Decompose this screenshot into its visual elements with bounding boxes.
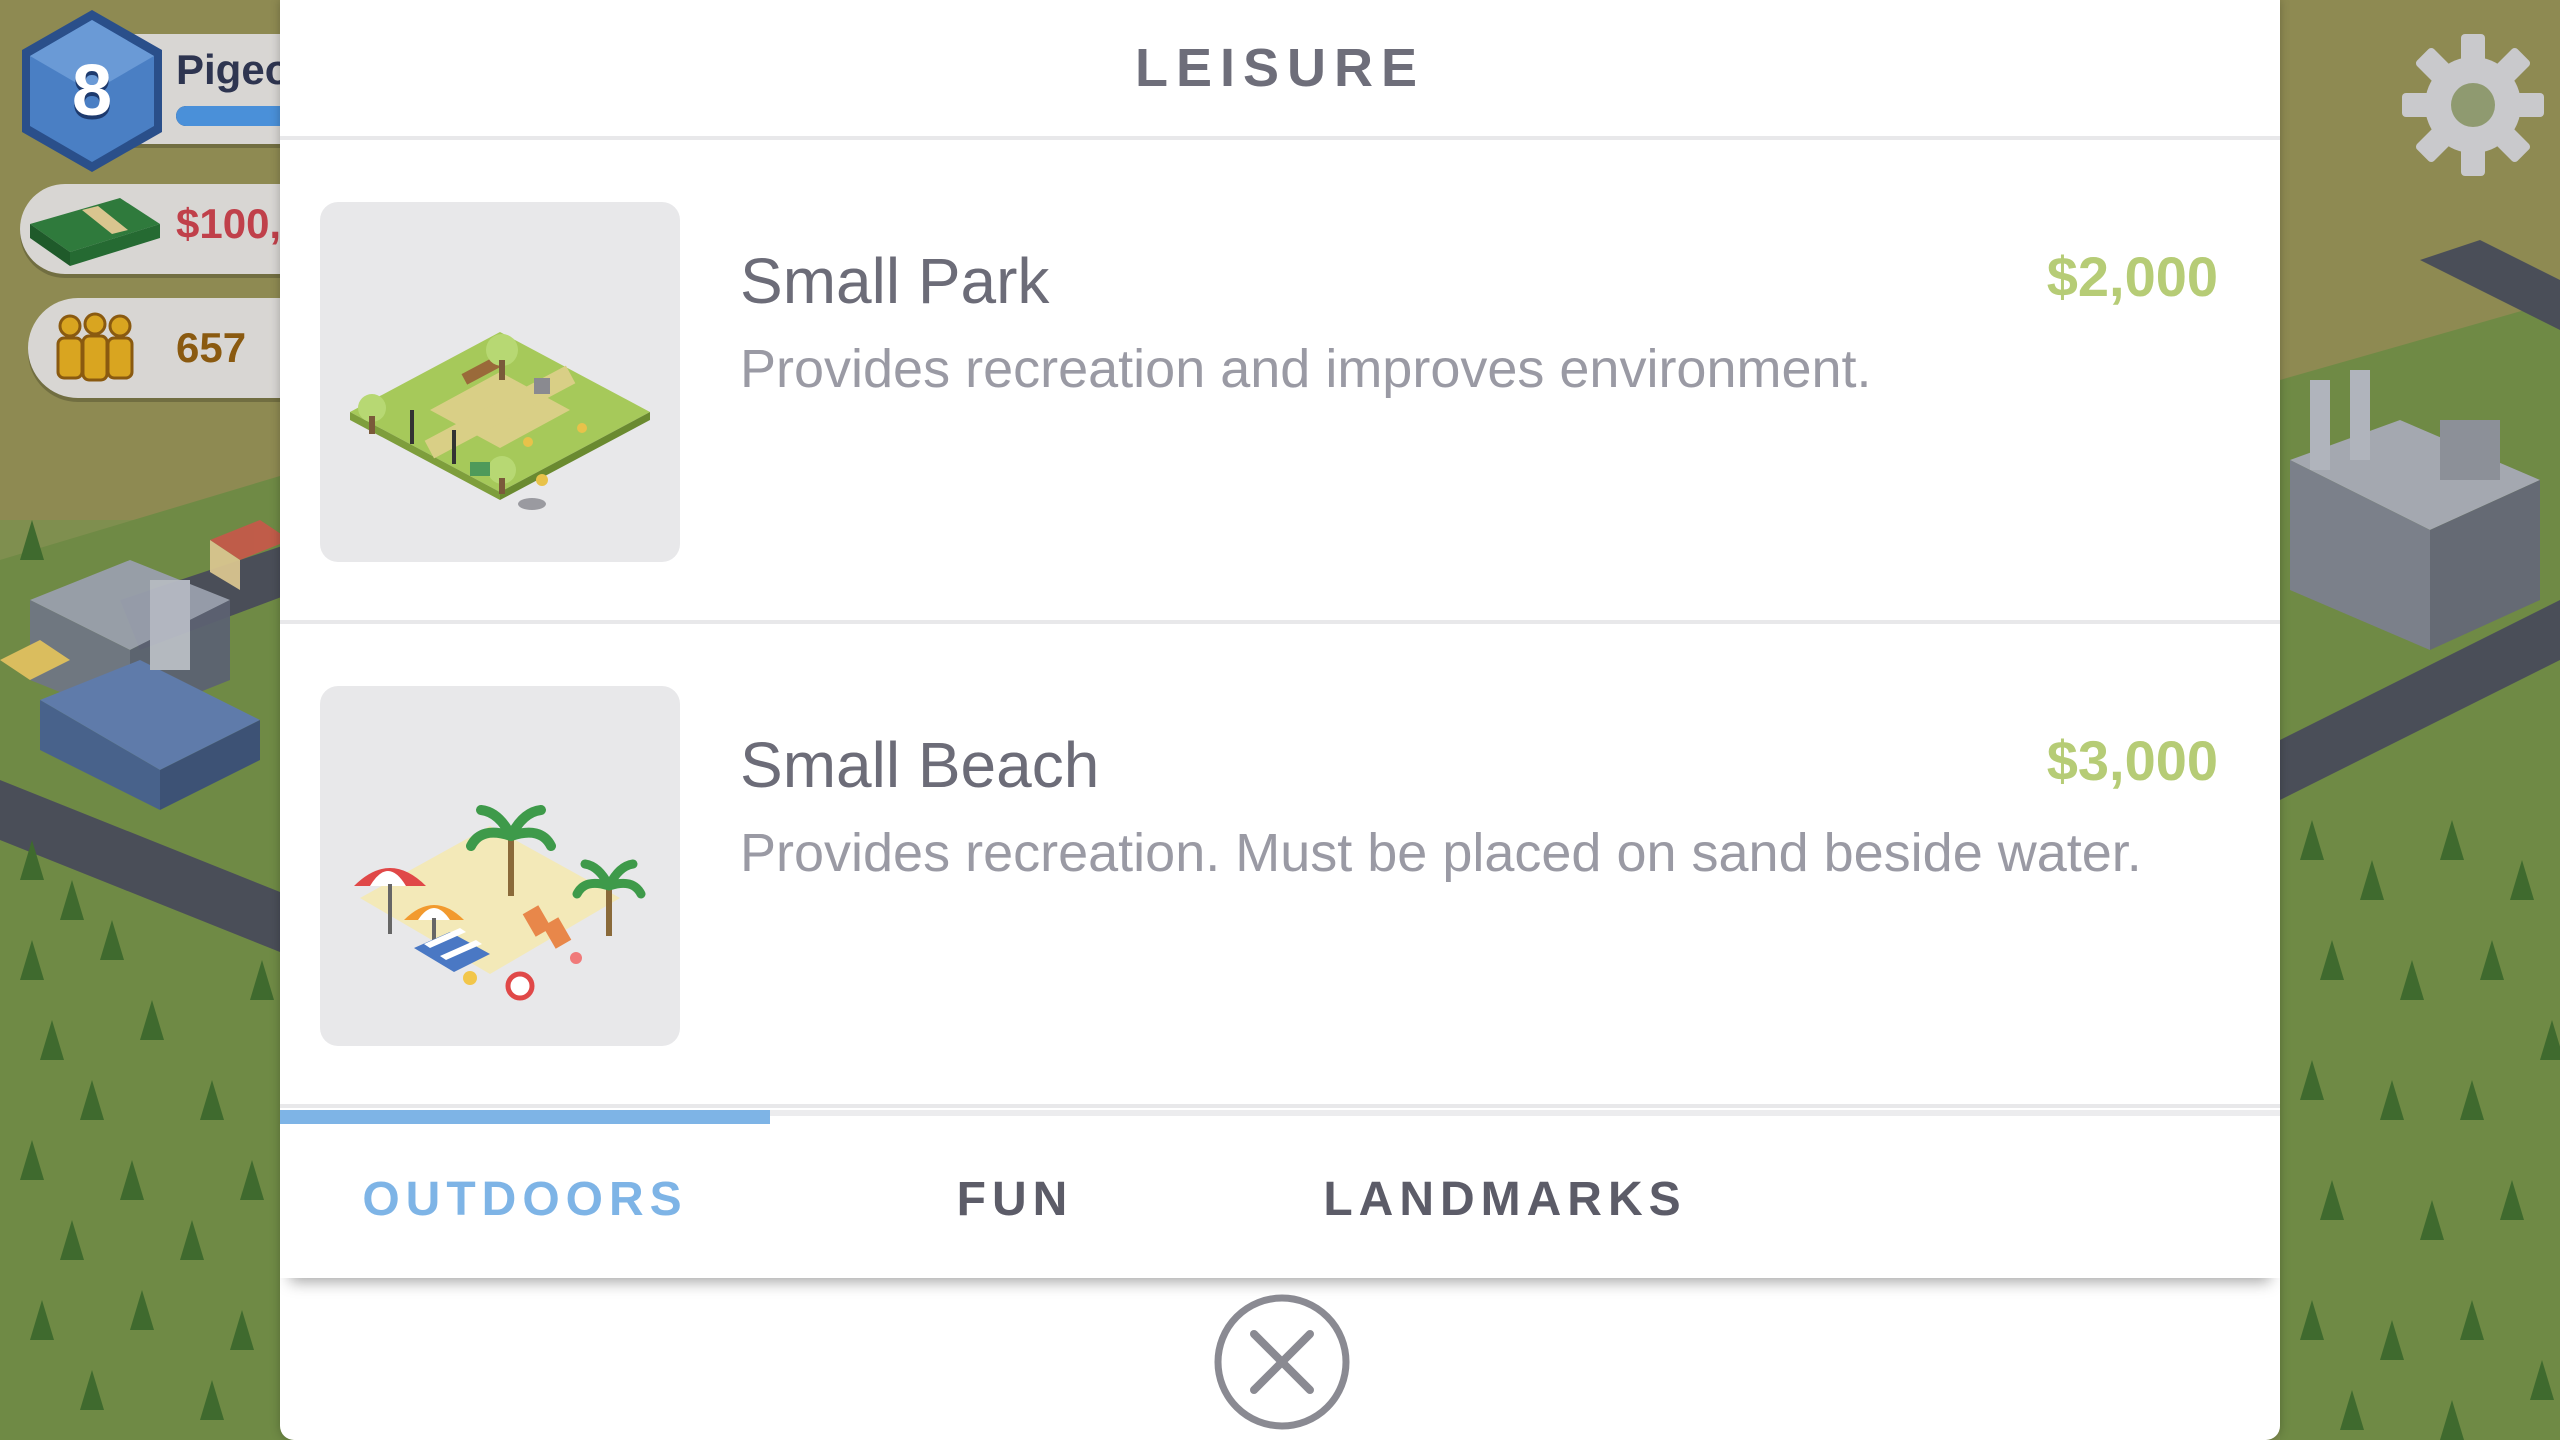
tab-label: OUTDOORS (362, 1173, 688, 1226)
close-icon[interactable] (1212, 1292, 1352, 1432)
tab-label: LANDMARKS (1323, 1173, 1687, 1226)
tab-label: FUN (956, 1173, 1074, 1226)
park-icon (350, 332, 650, 510)
population-count: 657 (176, 324, 247, 371)
item-name: Small Park (740, 245, 1050, 317)
modal-title: LEISURE (1134, 38, 1426, 98)
settings-gear-icon[interactable] (2398, 30, 2548, 180)
item-name: Small Beach (740, 729, 1100, 801)
player-name: Pigeo (176, 46, 291, 93)
item-description: Provides recreation and improves environ… (740, 339, 1872, 399)
player-level: 8 (71, 51, 113, 131)
shop-item-small-beach[interactable]: Small Beach $3,000 Provides recreation. … (280, 624, 2280, 1108)
item-thumbnail (320, 202, 680, 562)
modal-header: LEISURE (280, 0, 2280, 140)
cash-icon (30, 198, 160, 266)
item-price: $3,000 (2046, 729, 2218, 792)
beach-icon (354, 805, 646, 1001)
population-icon (56, 312, 134, 382)
category-tabs: OUTDOORS FUN LANDMARKS (280, 1110, 2280, 1278)
tab-outdoors[interactable]: OUTDOORS (280, 1116, 770, 1278)
shop-item-small-park[interactable]: Small Park $2,000 Provides recreation an… (280, 140, 2280, 624)
item-description: Provides recreation. Must be placed on s… (740, 823, 2142, 883)
money-amount: $100, (176, 200, 282, 247)
leisure-modal: LEISURE Small Park $2,000 Provides recre… (280, 0, 2280, 1440)
tab-fun[interactable]: FUN (770, 1116, 1260, 1278)
item-price: $2,000 (2046, 245, 2218, 308)
tab-landmarks[interactable]: LANDMARKS (1260, 1116, 1750, 1278)
item-thumbnail (320, 686, 680, 1046)
